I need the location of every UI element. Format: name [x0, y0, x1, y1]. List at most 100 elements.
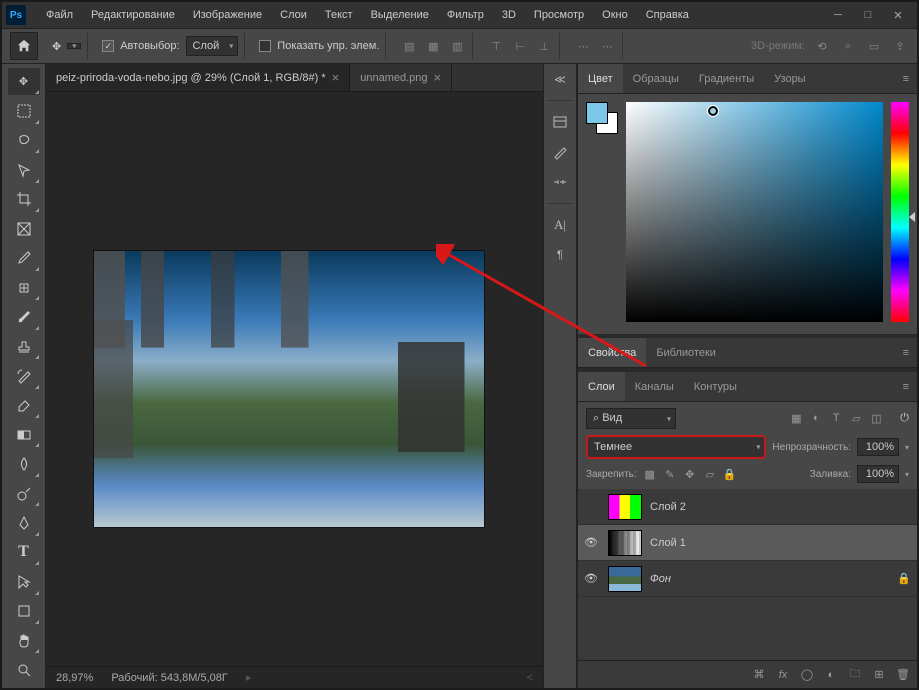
filter-smart-icon[interactable]: ◫	[868, 412, 884, 425]
eyedropper-tool[interactable]	[8, 245, 40, 272]
history-panel-icon[interactable]	[549, 111, 571, 133]
tab-libraries[interactable]: Библиотеки	[646, 338, 726, 367]
close-button[interactable]: ✕	[891, 8, 905, 22]
filter-type-icon[interactable]: T	[828, 412, 844, 425]
group-layers-icon[interactable]: 🗀	[847, 665, 863, 684]
visibility-toggle[interactable]: 👁	[584, 572, 600, 585]
foreground-color[interactable]	[586, 102, 608, 124]
blur-tool[interactable]	[8, 450, 40, 477]
type-tool[interactable]: T	[8, 539, 40, 566]
layer-effects-icon[interactable]: fx	[775, 669, 791, 681]
brush-tool[interactable]	[8, 303, 40, 330]
layer-mask-icon[interactable]: ◯	[799, 668, 815, 681]
foreground-background-swatches[interactable]	[586, 102, 618, 134]
lock-all-icon[interactable]: 🔒	[723, 468, 737, 481]
tool-preset-dropdown[interactable]: ▾	[67, 43, 81, 49]
document-tab[interactable]: unnamed.png ×	[350, 64, 452, 91]
align-right-icon[interactable]: ▥	[448, 37, 466, 55]
document-tab-active[interactable]: peiz-priroda-voda-nebo.jpg @ 29% (Слой 1…	[46, 64, 350, 91]
delete-layer-icon[interactable]: 🗑	[895, 668, 911, 681]
history-brush-tool[interactable]	[8, 362, 40, 389]
home-button[interactable]	[10, 32, 38, 60]
visibility-toggle[interactable]: 👁	[584, 536, 600, 549]
orbit-3d-icon[interactable]: ⟲	[813, 37, 831, 55]
tab-close-icon[interactable]: ×	[434, 70, 442, 85]
menu-help[interactable]: Справка	[638, 5, 697, 25]
layer-thumbnail[interactable]	[608, 530, 642, 556]
status-chevron-icon[interactable]: ▸	[246, 671, 252, 684]
layer-row[interactable]: 👁 Фон 🔒	[578, 561, 917, 597]
maximize-button[interactable]: □	[861, 8, 875, 22]
search-icon[interactable]: ⌕	[839, 37, 857, 55]
tab-swatches[interactable]: Образцы	[623, 64, 689, 93]
shape-tool[interactable]	[8, 598, 40, 625]
layer-name[interactable]: Фон	[650, 573, 889, 585]
tab-properties[interactable]: Свойства	[578, 338, 646, 367]
zoom-level[interactable]: 28,97%	[56, 672, 93, 684]
align-bottom-icon[interactable]: ⊥	[535, 37, 553, 55]
eraser-tool[interactable]	[8, 392, 40, 419]
layer-row[interactable]: Слой 2	[578, 489, 917, 525]
filter-toggle-icon[interactable]: ⏻	[900, 412, 909, 425]
color-cursor[interactable]	[708, 106, 718, 116]
hand-tool[interactable]	[8, 627, 40, 654]
distribute-icon[interactable]: ⋯	[574, 37, 592, 55]
new-layer-icon[interactable]: ⊞	[871, 668, 887, 681]
tab-channels[interactable]: Каналы	[625, 372, 684, 401]
tab-patterns[interactable]: Узоры	[764, 64, 815, 93]
align-center-v-icon[interactable]: ⊢	[511, 37, 529, 55]
selection-tool[interactable]	[8, 156, 40, 183]
healing-tool[interactable]	[8, 274, 40, 301]
tab-gradients[interactable]: Градиенты	[689, 64, 764, 93]
menu-edit[interactable]: Редактирование	[83, 5, 183, 25]
menu-layers[interactable]: Слои	[272, 5, 315, 25]
lasso-tool[interactable]	[8, 127, 40, 154]
expand-panels-icon[interactable]: ≪	[549, 68, 571, 90]
lock-position-icon[interactable]: ✥	[683, 468, 697, 481]
crop-tool[interactable]	[8, 186, 40, 213]
layer-name[interactable]: Слой 1	[650, 537, 911, 549]
brush-settings-icon[interactable]	[549, 171, 571, 193]
layer-filter-dropdown[interactable]: ⌕ Вид▾	[586, 408, 676, 429]
show-controls-checkbox[interactable]	[259, 40, 271, 52]
panel-menu-icon[interactable]: ≡	[895, 64, 917, 93]
link-layers-icon[interactable]: ⌘	[751, 668, 767, 681]
filter-shape-icon[interactable]: ▱	[848, 412, 864, 425]
frame-tool[interactable]	[8, 215, 40, 242]
tab-close-icon[interactable]: ×	[332, 70, 340, 85]
filter-pixel-icon[interactable]: ▦	[788, 412, 804, 425]
menu-view[interactable]: Просмотр	[526, 5, 592, 25]
hue-slider[interactable]	[891, 102, 909, 322]
panel-menu-icon[interactable]: ≡	[895, 372, 917, 401]
align-center-h-icon[interactable]: ▦	[424, 37, 442, 55]
minimize-button[interactable]: ─	[831, 8, 845, 22]
menu-image[interactable]: Изображение	[185, 5, 270, 25]
more-align-icon[interactable]: ⋯	[598, 37, 616, 55]
menu-filter[interactable]: Фильтр	[439, 5, 492, 25]
layer-thumbnail[interactable]	[608, 566, 642, 592]
autoselect-target-dropdown[interactable]: Слой▾	[186, 36, 239, 56]
lock-paint-icon[interactable]: ✎	[663, 468, 677, 481]
menu-window[interactable]: Окно	[594, 5, 636, 25]
filter-adjust-icon[interactable]: ◐	[808, 412, 824, 425]
dodge-tool[interactable]	[8, 480, 40, 507]
tab-color[interactable]: Цвет	[578, 64, 623, 93]
layer-row[interactable]: 👁 Слой 1	[578, 525, 917, 561]
align-left-icon[interactable]: ▤	[400, 37, 418, 55]
adjustment-layer-icon[interactable]: ◐	[823, 669, 839, 681]
autoselect-checkbox[interactable]: ✓	[102, 40, 114, 52]
blend-mode-dropdown[interactable]: Темнее▾	[586, 435, 766, 459]
menu-3d[interactable]: 3D	[494, 5, 524, 25]
color-field[interactable]	[626, 102, 883, 322]
paragraph-panel-icon[interactable]: ¶	[549, 244, 571, 266]
align-top-icon[interactable]: ⊤	[487, 37, 505, 55]
workspace-icon[interactable]: ▭	[865, 37, 883, 55]
tab-paths[interactable]: Контуры	[684, 372, 747, 401]
tab-layers[interactable]: Слои	[578, 372, 625, 401]
panel-menu-icon[interactable]: ≡	[895, 338, 917, 367]
character-panel-icon[interactable]: A|	[549, 214, 571, 236]
brushes-panel-icon[interactable]	[549, 141, 571, 163]
marquee-tool[interactable]	[8, 97, 40, 124]
canvas[interactable]	[46, 92, 543, 666]
hue-pointer-icon[interactable]	[909, 212, 915, 222]
